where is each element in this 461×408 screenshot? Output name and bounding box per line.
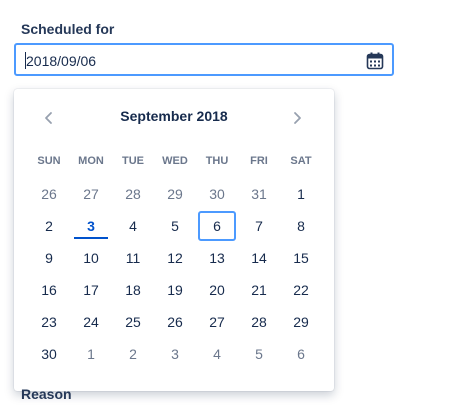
- calendar-day[interactable]: 28: [114, 179, 152, 209]
- calendar-day[interactable]: 2: [30, 211, 68, 241]
- calendar-day[interactable]: 28: [240, 307, 278, 337]
- calendar-day[interactable]: 7: [240, 211, 278, 241]
- calendar-day[interactable]: 6: [198, 211, 236, 241]
- calendar-day[interactable]: 20: [198, 275, 236, 305]
- calendar-day[interactable]: 17: [72, 275, 110, 305]
- calendar-day[interactable]: 26: [30, 179, 68, 209]
- calendar-day[interactable]: 15: [282, 243, 320, 273]
- calendar-day[interactable]: 25: [114, 307, 152, 337]
- calendar-day[interactable]: 24: [72, 307, 110, 337]
- calendar-day[interactable]: 2: [114, 339, 152, 369]
- calendar-day[interactable]: 18: [114, 275, 152, 305]
- calendar-day[interactable]: 31: [240, 179, 278, 209]
- calendar-day[interactable]: 5: [240, 339, 278, 369]
- weekday-header: SUN: [37, 155, 61, 167]
- calendar-day[interactable]: 4: [198, 339, 236, 369]
- calendar-day[interactable]: 13: [198, 243, 236, 273]
- calendar-day[interactable]: 9: [30, 243, 68, 273]
- calendar-day[interactable]: 30: [198, 179, 236, 209]
- calendar-day[interactable]: 10: [72, 243, 110, 273]
- calendar-day[interactable]: 29: [156, 179, 194, 209]
- calendar-day[interactable]: 21: [240, 275, 278, 305]
- calendar-day[interactable]: 22: [282, 275, 320, 305]
- calendar-day[interactable]: 27: [72, 179, 110, 209]
- calendar-day[interactable]: 5: [156, 211, 194, 241]
- calendar-popup: September 2018 SUN MON TUE WED THU FRI SAT 26 27…: [14, 89, 334, 391]
- weekday-header: TUE: [122, 155, 144, 167]
- calendar-day[interactable]: 1: [282, 179, 320, 209]
- calendar-day[interactable]: 29: [282, 307, 320, 337]
- calendar-day[interactable]: 19: [156, 275, 194, 305]
- reason-label: Reason: [21, 386, 72, 402]
- calendar-day[interactable]: 3: [156, 339, 194, 369]
- calendar-icon[interactable]: [366, 52, 384, 70]
- date-input-value: 2018/09/06: [26, 53, 97, 69]
- calendar-day[interactable]: 11: [114, 243, 152, 273]
- scheduled-for-label: Scheduled for: [21, 21, 115, 37]
- calendar-day[interactable]: 4: [114, 211, 152, 241]
- calendar-day[interactable]: 16: [30, 275, 68, 305]
- calendar-day[interactable]: 8: [282, 211, 320, 241]
- weekday-header: THU: [205, 155, 229, 167]
- chevron-right-icon[interactable]: [285, 106, 309, 130]
- calendar-day[interactable]: 27: [198, 307, 236, 337]
- weekday-header: FRI: [250, 155, 268, 167]
- weekday-header: MON: [78, 155, 104, 167]
- calendar-day[interactable]: 23: [30, 307, 68, 337]
- weekday-header: WED: [162, 155, 188, 167]
- calendar-day[interactable]: 12: [156, 243, 194, 273]
- scheduled-date-input[interactable]: 2018/09/06: [14, 43, 394, 76]
- calendar-day[interactable]: 3: [72, 211, 110, 241]
- weekday-header: SAT: [290, 155, 312, 167]
- calendar-day[interactable]: 1: [72, 339, 110, 369]
- calendar-day[interactable]: 30: [30, 339, 68, 369]
- calendar-day[interactable]: 6: [282, 339, 320, 369]
- calendar-day[interactable]: 26: [156, 307, 194, 337]
- calendar-day[interactable]: 14: [240, 243, 278, 273]
